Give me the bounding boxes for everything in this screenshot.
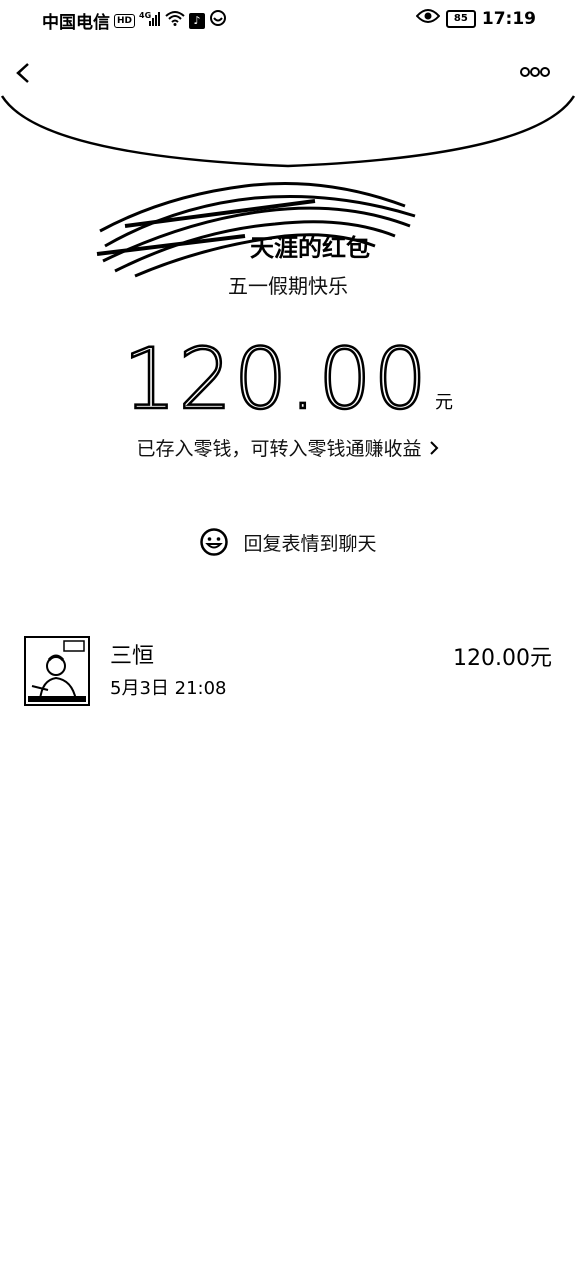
svg-text:4G: 4G: [139, 11, 151, 20]
amount-value: 120.00: [122, 329, 429, 430]
hd-badge: HD: [114, 13, 136, 28]
more-dots-icon: [520, 67, 550, 77]
reply-sticker-button[interactable]: 回复表情到聊天: [0, 522, 576, 562]
record-name: 三恒: [110, 644, 155, 669]
amount-display: 120.00 元: [0, 329, 576, 430]
wifi-icon: [165, 10, 185, 31]
avatar[interactable]: [24, 636, 90, 706]
more-button[interactable]: [518, 62, 552, 82]
sender-title: 天涯的红包: [0, 182, 576, 278]
chevron-right-icon: [429, 441, 438, 455]
status-right: 85 17:19: [415, 8, 536, 29]
greeting-message: 五一假期快乐: [228, 274, 348, 298]
status-left: 中国电信 HD 4G ♪: [42, 8, 227, 33]
back-button[interactable]: [10, 58, 40, 88]
avatar-image: [28, 640, 86, 702]
saved-note-text: 已存入零钱，可转入零钱通赚收益: [136, 438, 422, 460]
eye-icon: [415, 8, 441, 29]
smile-icon: [200, 528, 229, 556]
saved-to-wallet-link[interactable]: 已存入零钱，可转入零钱通赚收益: [0, 434, 576, 461]
list-item[interactable]: 三恒 5月3日 21:08 120.00元: [0, 632, 576, 712]
red-packet-header: [0, 38, 576, 178]
signal-icon: 4G: [139, 10, 161, 31]
chevron-left-icon: [16, 63, 29, 83]
amount-unit: 元: [434, 392, 453, 413]
tiktok-icon: ♪: [189, 12, 206, 29]
sender-name-text: 天涯的红包: [250, 234, 370, 262]
header-curve-decoration: [0, 95, 576, 168]
battery-icon: 85: [445, 9, 476, 28]
status-bar: 中国电信 HD 4G ♪ 85 17:19: [0, 0, 576, 38]
clock-time: 17:19: [481, 8, 536, 29]
record-amount: 120.00元: [453, 646, 552, 671]
carrier-label: 中国电信: [42, 13, 110, 33]
notification-icon: [209, 9, 227, 32]
record-time: 5月3日 21:08: [110, 678, 227, 699]
reply-sticker-label: 回复表情到聊天: [243, 532, 377, 555]
